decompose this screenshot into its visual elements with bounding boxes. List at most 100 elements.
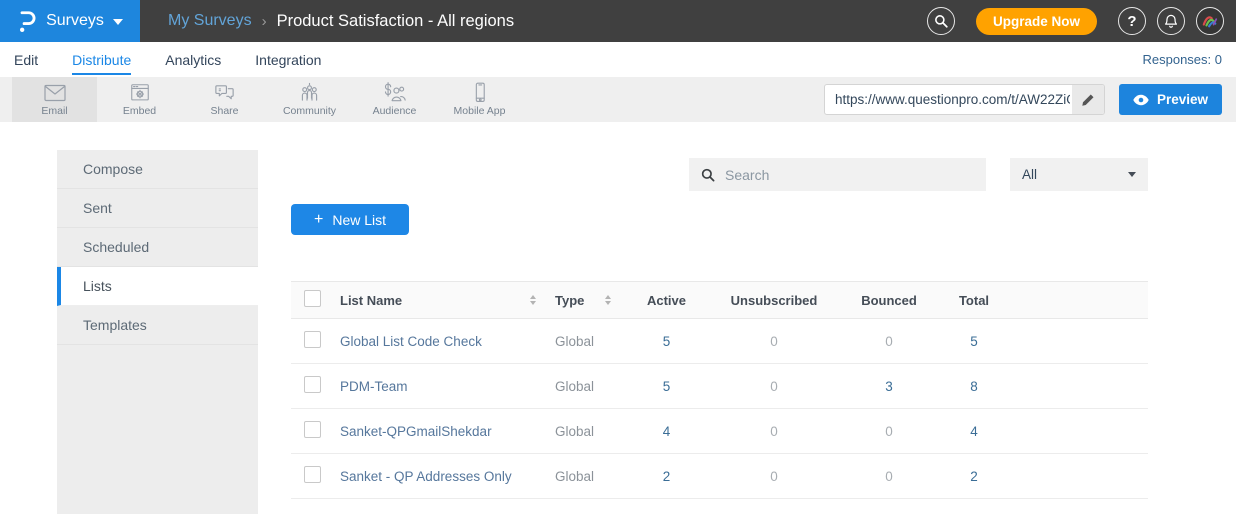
select-all-checkbox[interactable]: [304, 290, 321, 307]
search-icon: [701, 168, 715, 182]
active-count[interactable]: 4: [624, 424, 709, 439]
row-checkbox[interactable]: [304, 421, 321, 438]
channel-share[interactable]: Share: [182, 77, 267, 122]
channel-community[interactable]: Community: [267, 77, 352, 122]
eye-icon: [1133, 94, 1149, 106]
help-button[interactable]: ?: [1118, 7, 1146, 35]
new-list-button[interactable]: + New List: [291, 204, 409, 235]
filter-dropdown-value: All: [1022, 167, 1037, 182]
breadcrumb-my-surveys[interactable]: My Surveys: [168, 12, 252, 30]
column-header-type[interactable]: Type: [555, 293, 584, 308]
active-count[interactable]: 5: [624, 334, 709, 349]
list-name-link[interactable]: Sanket - QP Addresses Only: [340, 469, 512, 484]
notifications-button[interactable]: [1157, 7, 1185, 35]
breadcrumb-current-survey: Product Satisfaction - All regions: [277, 12, 515, 31]
active-count[interactable]: 2: [624, 469, 709, 484]
chevron-down-icon: [113, 19, 123, 25]
toolbar-right: Preview: [824, 84, 1236, 115]
breadcrumb-separator: ›: [262, 13, 267, 30]
channel-label: Share: [210, 105, 238, 117]
channel-list: Email Embed Share Community Audience Mobile A…: [12, 77, 522, 122]
list-name-link[interactable]: Global List Code Check: [340, 334, 482, 349]
table-header: List Name Type Active Unsubscribed Bounc…: [291, 281, 1148, 319]
search-button[interactable]: [927, 7, 955, 35]
unsubscribed-count: 0: [709, 469, 839, 484]
sidebar-item-scheduled[interactable]: Scheduled: [57, 228, 258, 267]
bounced-count: 0: [839, 469, 939, 484]
plus-icon: +: [314, 211, 323, 229]
search-icon: [934, 14, 948, 28]
tab-distribute[interactable]: Distribute: [72, 45, 131, 75]
product-switcher[interactable]: Surveys: [0, 0, 140, 42]
bounced-count[interactable]: 3: [839, 379, 939, 394]
row-checkbox[interactable]: [304, 331, 321, 348]
channel-label: Mobile App: [454, 105, 506, 117]
channel-label: Community: [283, 105, 336, 117]
preview-button[interactable]: Preview: [1119, 84, 1222, 115]
unsubscribed-count: 0: [709, 334, 839, 349]
bounced-count: 0: [839, 334, 939, 349]
mobile-app-icon: [469, 82, 491, 104]
survey-url-input[interactable]: [825, 85, 1072, 114]
table-body: Global List Code Check Global 5 0 0 5 PD…: [291, 319, 1148, 499]
channel-label: Audience: [373, 105, 417, 117]
email-sidebar: ComposeSentScheduledListsTemplates: [57, 150, 258, 514]
table-row: Sanket - QP Addresses Only Global 2 0 0 …: [291, 454, 1148, 499]
channel-embed[interactable]: Embed: [97, 77, 182, 122]
sidebar-item-sent[interactable]: Sent: [57, 189, 258, 228]
list-type: Global: [546, 424, 624, 439]
app-root: Surveys My Surveys › Product Satisfactio…: [0, 0, 1236, 514]
pencil-icon[interactable]: [1072, 85, 1104, 114]
content-area: ComposeSentScheduledListsTemplates All +…: [57, 150, 1236, 514]
channel-email[interactable]: Email: [12, 77, 97, 122]
list-type: Global: [546, 334, 624, 349]
total-count[interactable]: 8: [939, 379, 1009, 394]
total-count[interactable]: 5: [939, 334, 1009, 349]
column-header-bounced: Bounced: [839, 293, 939, 308]
sidebar-item-lists[interactable]: Lists: [57, 267, 258, 306]
breadcrumb: My Surveys › Product Satisfaction - All …: [168, 12, 927, 31]
tab-analytics[interactable]: Analytics: [165, 45, 221, 75]
unsubscribed-count: 0: [709, 379, 839, 394]
column-header-active: Active: [624, 293, 709, 308]
embed-icon: [129, 82, 151, 104]
sidebar-item-compose[interactable]: Compose: [57, 150, 258, 189]
row-checkbox[interactable]: [304, 376, 321, 393]
audience-icon: [382, 82, 407, 104]
channel-mobile-app[interactable]: Mobile App: [437, 77, 522, 122]
tab-integration[interactable]: Integration: [255, 45, 321, 75]
new-list-label: New List: [332, 212, 386, 228]
lists-panel: All + New List List Name Type: [258, 150, 1148, 514]
responses-count: Responses: 0: [1143, 52, 1223, 67]
tab-edit[interactable]: Edit: [14, 45, 38, 75]
sort-icon[interactable]: [605, 295, 611, 305]
table-row: Sanket-QPGmailShekdar Global 4 0 0 4: [291, 409, 1148, 454]
column-header-list-name[interactable]: List Name: [340, 293, 402, 308]
sidebar-item-templates[interactable]: Templates: [57, 306, 258, 345]
bounced-count: 0: [839, 424, 939, 439]
channel-label: Email: [41, 105, 67, 117]
share-icon: [213, 82, 236, 104]
active-count[interactable]: 5: [624, 379, 709, 394]
list-name-link[interactable]: Sanket-QPGmailShekdar: [340, 424, 492, 439]
row-checkbox[interactable]: [304, 466, 321, 483]
avatar[interactable]: [1196, 7, 1224, 35]
filter-dropdown[interactable]: All: [1010, 158, 1148, 191]
upgrade-now-button[interactable]: Upgrade Now: [976, 8, 1097, 35]
channel-label: Embed: [123, 105, 156, 117]
channel-audience[interactable]: Audience: [352, 77, 437, 122]
total-count[interactable]: 2: [939, 469, 1009, 484]
list-search-input[interactable]: [725, 167, 974, 183]
table-row: Global List Code Check Global 5 0 0 5: [291, 319, 1148, 364]
column-header-total: Total: [939, 293, 1009, 308]
list-name-link[interactable]: PDM-Team: [340, 379, 408, 394]
sort-icon[interactable]: [530, 295, 536, 305]
total-count[interactable]: 4: [939, 424, 1009, 439]
top-navbar: Surveys My Surveys › Product Satisfactio…: [0, 0, 1236, 42]
table-row: PDM-Team Global 5 0 3 8: [291, 364, 1148, 409]
survey-tabs: Edit Distribute Analytics Integration: [14, 45, 321, 75]
navbar-actions: Upgrade Now ?: [927, 7, 1224, 35]
brand-label: Surveys: [46, 12, 104, 30]
filter-row: All: [291, 158, 1148, 191]
list-type: Global: [546, 469, 624, 484]
